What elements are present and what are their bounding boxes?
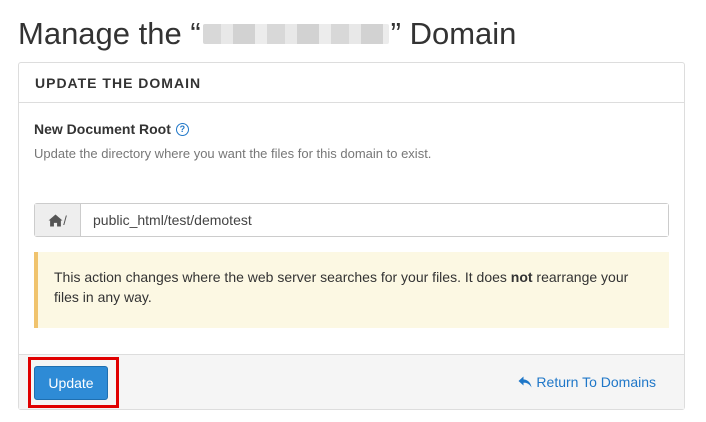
alert-text-bold: not — [510, 269, 533, 285]
update-button[interactable]: Update — [34, 366, 108, 400]
page-title-prefix: Manage the “ — [18, 16, 201, 51]
document-root-help-text: Update the directory where you want the … — [34, 146, 432, 161]
return-to-domains-link[interactable]: Return To Domains — [518, 374, 656, 390]
panel-heading: UPDATE THE DOMAIN — [19, 63, 684, 103]
input-addon-home: / — [35, 204, 81, 236]
warning-alert: This action changes where the web server… — [34, 252, 669, 328]
page-title: Manage the “ ” Domain — [18, 16, 516, 52]
return-to-domains-label: Return To Domains — [536, 374, 656, 390]
panel-body: New Document Root ? Update the directory… — [19, 103, 684, 354]
update-domain-panel: UPDATE THE DOMAIN New Document Root ? Up… — [18, 62, 685, 410]
document-root-input[interactable] — [81, 204, 668, 236]
document-root-label: New Document Root ? — [34, 121, 669, 137]
page-title-suffix: ” Domain — [390, 16, 517, 51]
document-root-label-text: New Document Root — [34, 121, 171, 137]
panel-footer: Update Return To Domains — [19, 354, 684, 409]
input-addon-separator: / — [63, 212, 67, 228]
home-icon — [48, 213, 63, 227]
reply-arrow-icon — [518, 376, 532, 388]
document-root-input-group: / — [34, 203, 669, 237]
alert-text-before: This action changes where the web server… — [54, 269, 511, 285]
help-icon[interactable]: ? — [175, 122, 189, 136]
redacted-domain-name — [202, 24, 389, 44]
